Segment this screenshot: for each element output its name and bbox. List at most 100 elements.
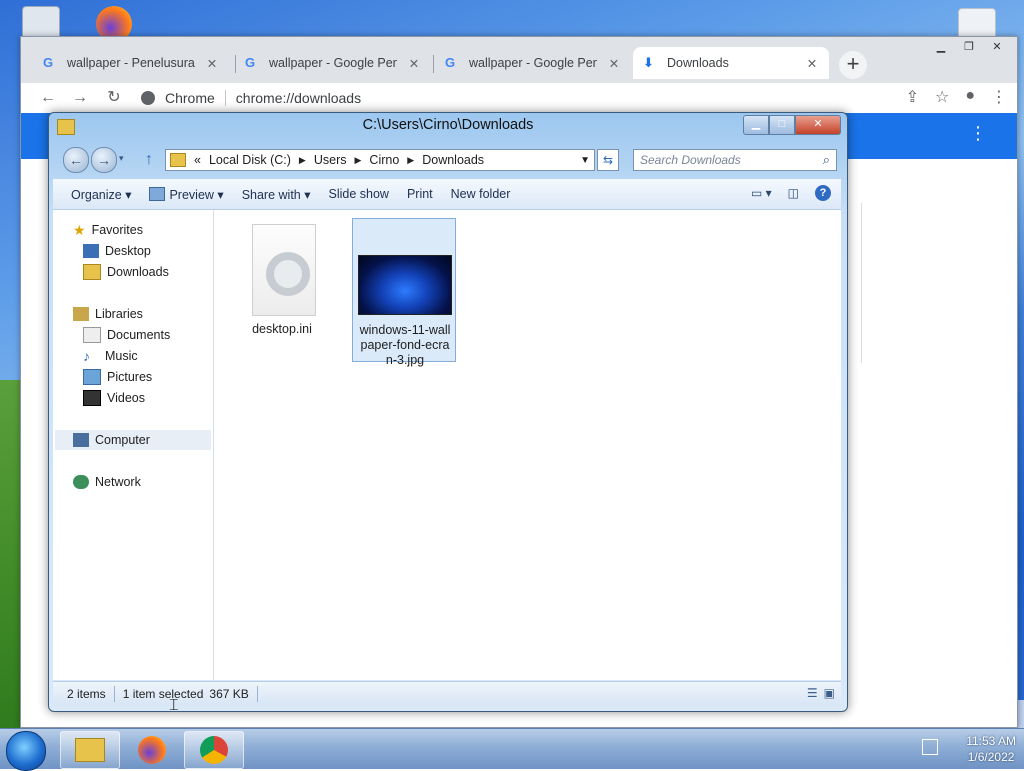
- nav-label: Favorites: [91, 223, 143, 237]
- toolbar-actions: ⇪ ☆ ● ⋮: [906, 87, 1007, 107]
- taskbar-chrome[interactable]: [184, 731, 244, 769]
- nav-network[interactable]: Network: [73, 472, 141, 492]
- url-text: chrome://downloads: [235, 90, 362, 106]
- nav-desktop[interactable]: Desktop: [83, 241, 151, 261]
- status-selected: 1 item selected: [122, 687, 204, 701]
- breadcrumb-overflow[interactable]: «: [194, 153, 201, 167]
- start-button[interactable]: [6, 731, 46, 771]
- music-icon: ♪: [83, 348, 90, 364]
- tab-title: wallpaper - Penelusuran: [67, 56, 195, 70]
- nav-documents[interactable]: Documents: [83, 325, 170, 345]
- forward-icon[interactable]: →: [69, 87, 91, 109]
- computer-icon: [73, 433, 89, 447]
- google-icon: G: [445, 55, 456, 70]
- preview-button[interactable]: Preview ▾: [149, 186, 224, 202]
- nav-videos[interactable]: Videos: [83, 388, 145, 408]
- large-icons-view-icon[interactable]: ▣: [824, 686, 835, 700]
- network-tray-icon[interactable]: [922, 739, 938, 755]
- breadcrumb-downloads[interactable]: Downloads: [422, 153, 484, 167]
- clock-date: 1/6/2022: [967, 750, 1015, 764]
- refresh-icon[interactable]: ⇆: [597, 149, 619, 171]
- profile-icon[interactable]: ●: [965, 87, 975, 107]
- nav-pictures[interactable]: Pictures: [83, 367, 152, 387]
- explorer-window: C:\Users\Cirno\Downloads ▁ □ ✕ ← → ▾ ↑ «…: [48, 112, 848, 712]
- nav-libraries[interactable]: Libraries: [73, 304, 143, 324]
- close-icon[interactable]: ✕: [985, 39, 1009, 55]
- navigation-pane: ★ Favorites Desktop Downloads Libraries …: [53, 210, 214, 680]
- more-options-icon[interactable]: ⋮: [969, 123, 987, 144]
- bookmark-star-icon[interactable]: ☆: [935, 87, 949, 107]
- forward-icon[interactable]: →: [91, 147, 117, 173]
- tab-title: wallpaper - Google Pene: [269, 56, 397, 70]
- maximize-icon[interactable]: ❐: [957, 39, 981, 55]
- breadcrumb-users[interactable]: Users: [314, 153, 347, 167]
- file-name: desktop.ini: [252, 322, 312, 336]
- preview-icon: [149, 186, 166, 201]
- menu-kebab-icon[interactable]: ⋮: [991, 87, 1007, 107]
- google-icon: G: [245, 55, 256, 70]
- tab-downloads[interactable]: ⬇ Downloads ✕: [633, 47, 829, 79]
- tab-1[interactable]: G wallpaper - Penelusuran ✕: [33, 47, 229, 79]
- search-input[interactable]: Search Downloads ⌕: [633, 149, 837, 171]
- search-icon[interactable]: ⌕: [823, 152, 830, 168]
- folder-icon: [75, 738, 105, 762]
- chrome-logo-icon: [141, 91, 155, 105]
- text-cursor-icon: ⌶: [169, 697, 179, 714]
- maximize-icon[interactable]: □: [769, 115, 795, 135]
- nav-label: Computer: [95, 433, 150, 447]
- up-arrow-icon[interactable]: ↑: [145, 151, 153, 169]
- file-wallpaper-jpg[interactable]: windows-11-wall paper-fond-ecra n-3.jpg: [352, 218, 456, 367]
- gear-icon: [266, 252, 310, 296]
- print-button[interactable]: Print: [407, 187, 433, 201]
- back-icon[interactable]: ←: [37, 87, 59, 109]
- chrome-icon: [200, 736, 228, 764]
- nav-favorites[interactable]: ★ Favorites: [73, 220, 143, 240]
- minimize-icon[interactable]: ▁: [743, 115, 769, 135]
- chevron-down-icon[interactable]: ▼: [580, 155, 590, 166]
- share-icon[interactable]: ⇪: [906, 87, 919, 107]
- taskbar-explorer[interactable]: [60, 731, 120, 769]
- back-icon[interactable]: ←: [63, 147, 89, 173]
- file-pane: desktop.ini windows-11-wall paper-fond-e…: [214, 210, 841, 680]
- taskbar-firefox[interactable]: [122, 731, 182, 769]
- command-bar: Organize ▾ Preview ▾ Share with ▾ Slide …: [53, 179, 841, 210]
- close-icon[interactable]: ✕: [805, 56, 819, 71]
- tab-2[interactable]: G wallpaper - Google Pene ✕: [235, 47, 431, 79]
- nav-computer[interactable]: Computer: [55, 430, 211, 450]
- details-view-icon[interactable]: ☰: [807, 686, 818, 700]
- close-icon[interactable]: ✕: [205, 56, 219, 71]
- address-bar[interactable]: « Local Disk (C:) ▶ Users ▶ Cirno ▶ Down…: [165, 149, 595, 171]
- breadcrumb-local-disk[interactable]: Local Disk (C:): [209, 153, 291, 167]
- nav-music[interactable]: ♪ Music: [83, 346, 138, 366]
- preview-pane-icon[interactable]: ◫: [788, 186, 799, 200]
- file-name-line: n-3.jpg: [385, 353, 425, 367]
- preview-label: Preview ▾: [169, 187, 224, 202]
- close-icon[interactable]: ✕: [607, 56, 621, 71]
- address-row: ← → ▾ ↑ « Local Disk (C:) ▶ Users ▶ Cirn…: [49, 145, 847, 175]
- omnibox[interactable]: Chrome chrome://downloads: [141, 85, 961, 111]
- downloads-folder-icon: [83, 264, 101, 280]
- nav-downloads[interactable]: Downloads: [83, 262, 169, 282]
- breadcrumb-cirno[interactable]: Cirno: [369, 153, 399, 167]
- help-icon[interactable]: ?: [815, 185, 831, 201]
- change-view-icon[interactable]: ▭ ▾: [751, 186, 772, 200]
- new-tab-button[interactable]: +: [839, 51, 867, 79]
- chevron-right-icon[interactable]: ▶: [299, 155, 306, 166]
- tab-3[interactable]: G wallpaper - Google Pene ✕: [435, 47, 631, 79]
- reload-icon[interactable]: ↻: [103, 87, 125, 109]
- organize-button[interactable]: Organize ▾: [71, 187, 131, 202]
- chevron-right-icon[interactable]: ▶: [355, 155, 362, 166]
- taskbar: 11:53 AM 1/6/2022: [0, 728, 1024, 771]
- file-desktop-ini[interactable]: desktop.ini: [230, 218, 334, 362]
- recent-pages-chevron-icon[interactable]: ▾: [119, 153, 124, 164]
- network-icon: [73, 475, 89, 489]
- close-icon[interactable]: ✕: [795, 115, 841, 135]
- close-icon[interactable]: ✕: [407, 56, 421, 71]
- slide-show-button[interactable]: Slide show: [329, 187, 389, 201]
- chevron-right-icon[interactable]: ▶: [407, 155, 414, 166]
- share-with-button[interactable]: Share with ▾: [242, 187, 311, 202]
- clock[interactable]: 11:53 AM 1/6/2022: [966, 733, 1016, 765]
- new-folder-button[interactable]: New folder: [451, 187, 511, 201]
- minimize-icon[interactable]: ▁: [929, 39, 953, 55]
- site-label: Chrome: [165, 90, 215, 106]
